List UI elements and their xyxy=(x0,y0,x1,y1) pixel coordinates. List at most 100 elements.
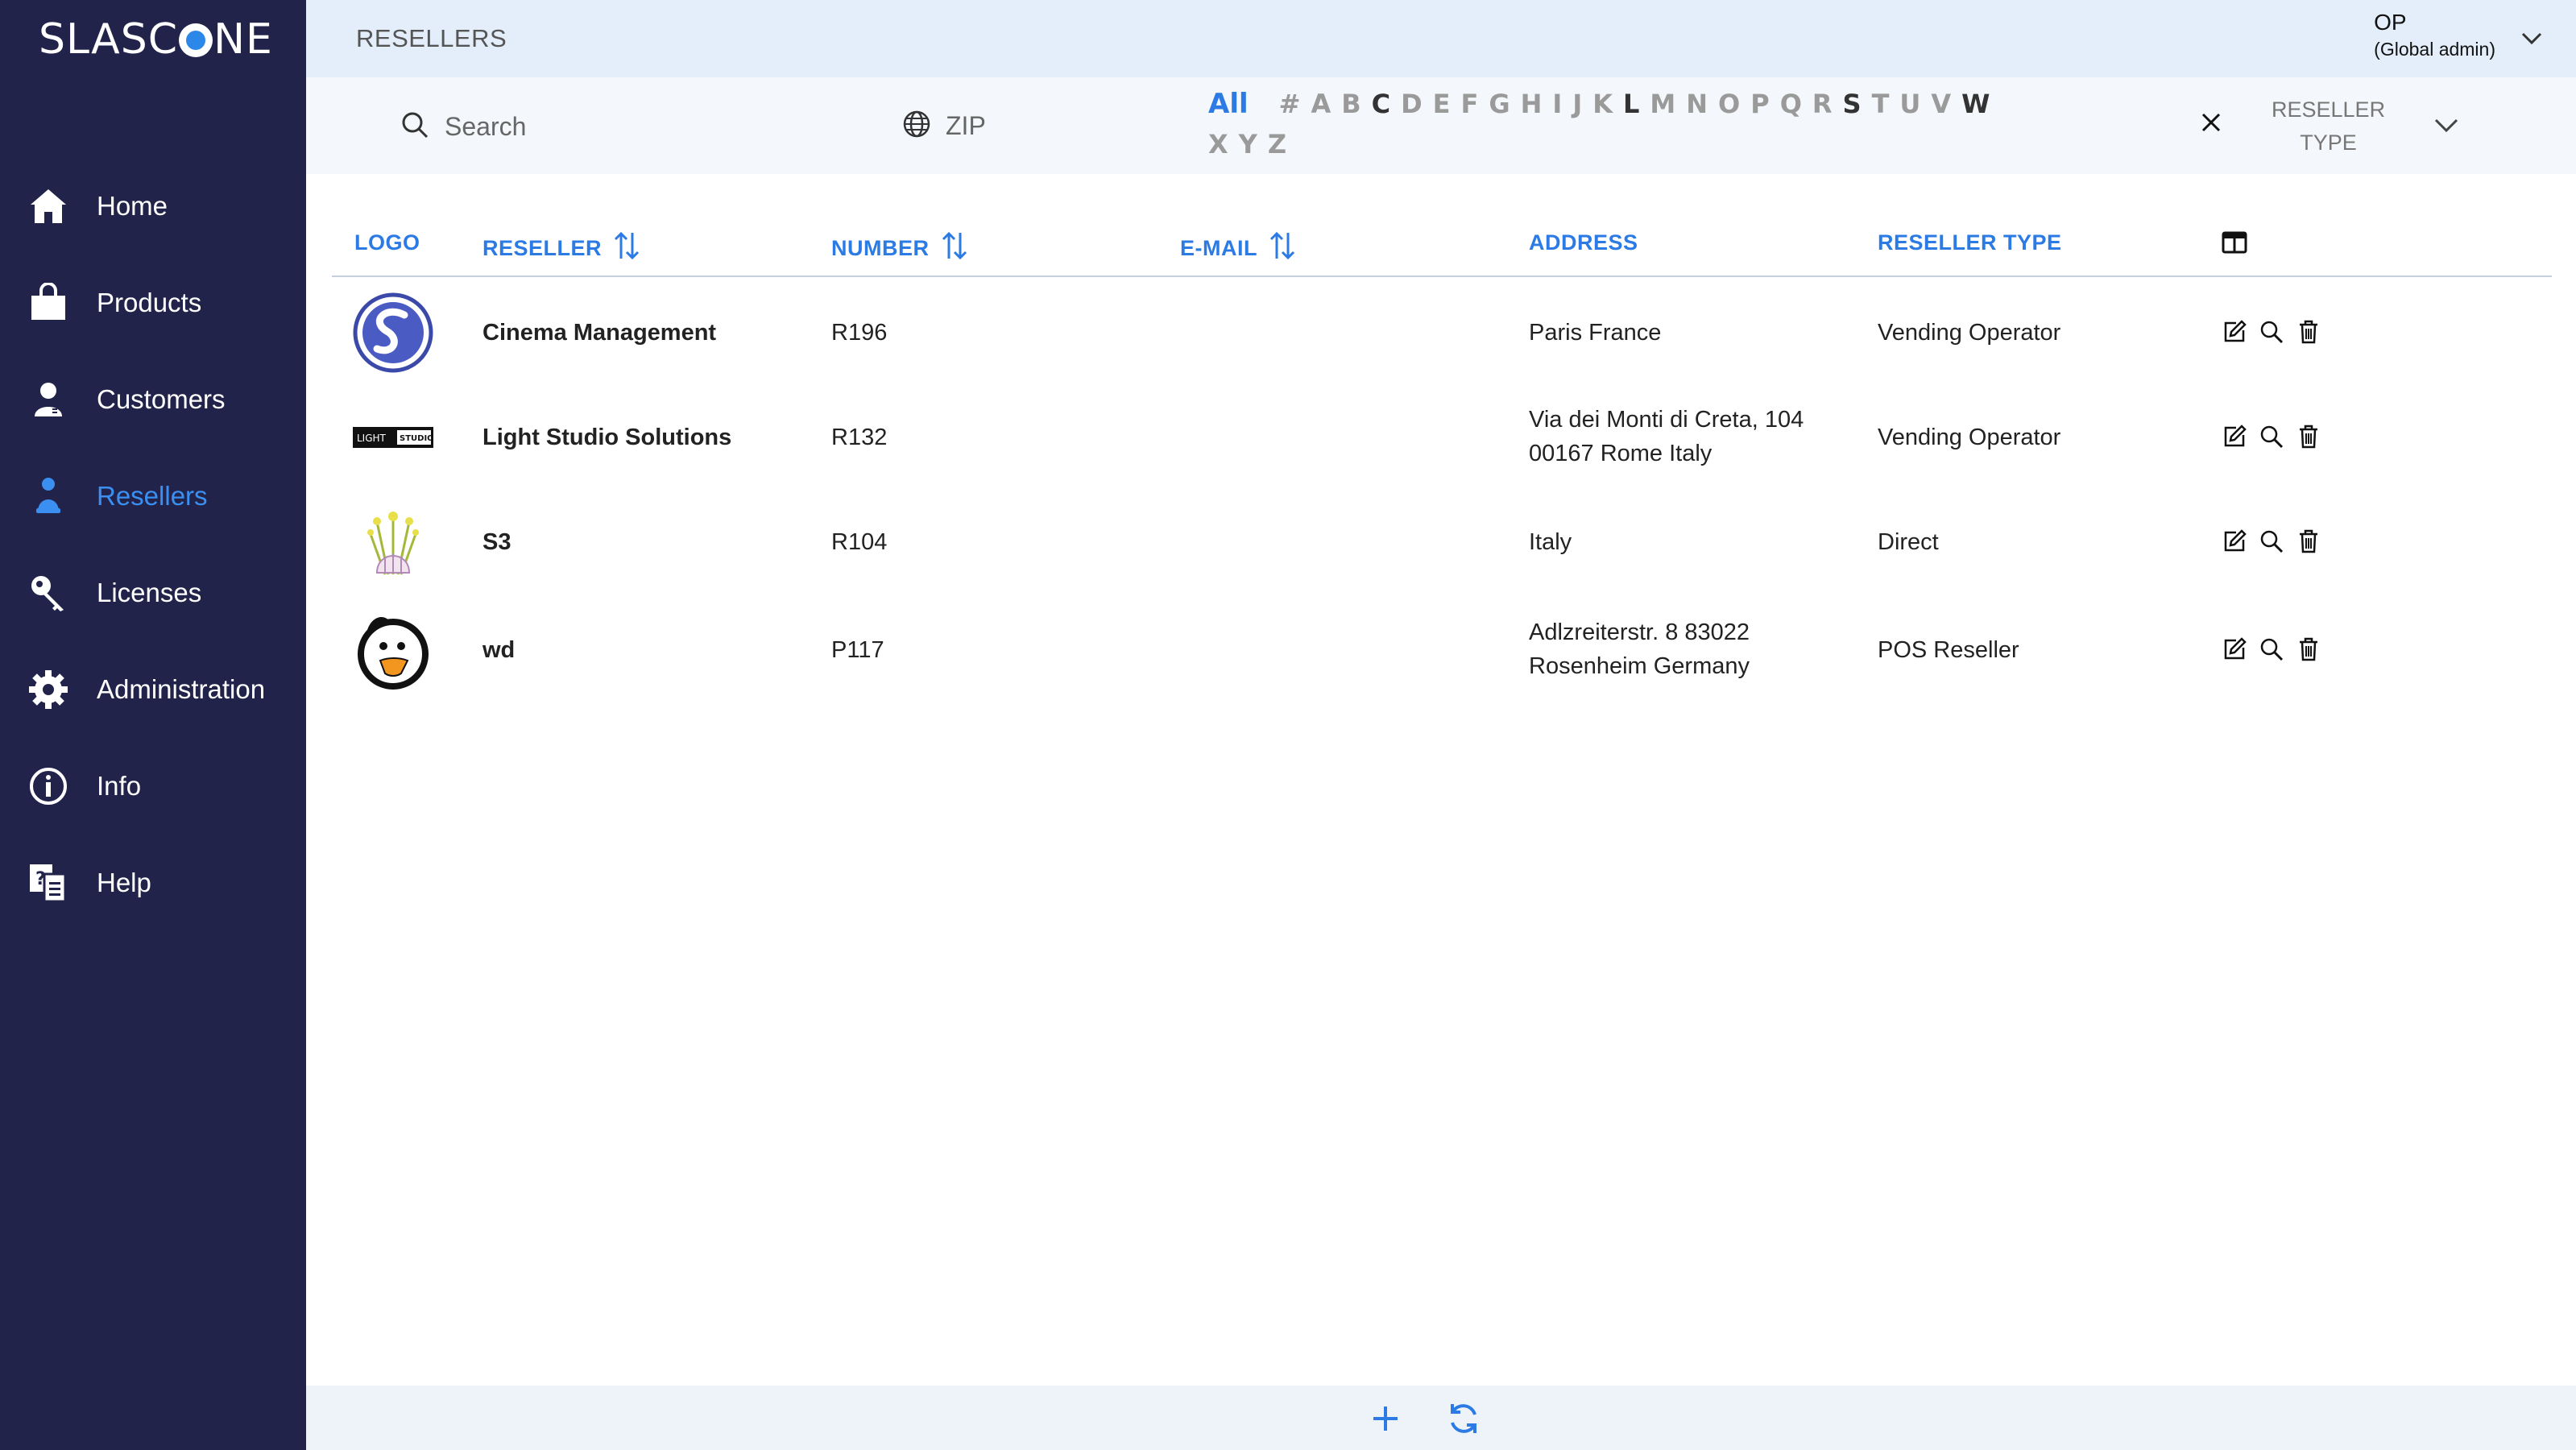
gear-icon xyxy=(27,669,69,710)
sidebar-item-label: Licenses xyxy=(97,578,202,607)
sidebar-item-licenses[interactable]: Licenses xyxy=(0,561,306,625)
reseller-number: R104 xyxy=(831,529,888,555)
column-settings-icon[interactable] xyxy=(2222,230,2247,255)
alphabet-letter[interactable]: # xyxy=(1279,89,1301,119)
column-header-number[interactable]: NUMBER xyxy=(831,230,968,267)
sidebar-item-label: Resellers xyxy=(97,481,208,511)
reseller-type-dropdown[interactable]: RESELLER TYPE xyxy=(2272,93,2385,160)
chevron-down-icon[interactable] xyxy=(2520,26,2544,54)
column-header-logo: LOGO xyxy=(354,230,420,255)
reseller-address: Italy xyxy=(1529,525,1572,559)
reseller-name[interactable]: Cinema Management xyxy=(482,316,716,350)
alphabet-letter[interactable]: G xyxy=(1489,89,1510,119)
sort-icon[interactable] xyxy=(1269,230,1296,267)
alphabet-letter[interactable]: K xyxy=(1592,89,1613,119)
sidebar-item-products[interactable]: Products xyxy=(0,271,306,335)
reseller-number: R132 xyxy=(831,425,888,450)
edit-icon[interactable] xyxy=(2222,319,2247,345)
column-header-reseller[interactable]: RESELLER xyxy=(482,230,640,267)
search-icon[interactable] xyxy=(2259,528,2284,554)
shopping-bag-icon xyxy=(27,282,69,324)
alphabet-letter[interactable]: F xyxy=(1461,89,1479,119)
reseller-address: Paris France xyxy=(1529,316,1661,350)
sidebar-item-administration[interactable]: Administration xyxy=(0,657,306,722)
alphabet-letter[interactable]: I xyxy=(1552,89,1562,119)
sort-icon[interactable] xyxy=(941,230,968,267)
brand-logo[interactable]: SLASC NE xyxy=(39,11,273,68)
alphabet-letter[interactable]: Q xyxy=(1780,89,1802,119)
reseller-name[interactable]: S3 xyxy=(482,525,511,559)
reseller-name[interactable]: wd xyxy=(482,633,515,667)
reseller-logo xyxy=(353,611,433,691)
alphabet-letter[interactable]: A xyxy=(1311,89,1331,119)
alphabet-letter[interactable]: L xyxy=(1623,89,1639,119)
column-header-label: E-MAIL xyxy=(1180,236,1257,260)
alphabet-letter[interactable]: N xyxy=(1686,89,1708,119)
sidebar-item-help[interactable]: ? Help xyxy=(0,851,306,915)
alphabet-letter[interactable]: S xyxy=(1843,89,1862,119)
sidebar-item-customers[interactable]: Customers xyxy=(0,367,306,432)
alphabet-letter[interactable]: P xyxy=(1750,89,1769,119)
column-header-email[interactable]: E-MAIL xyxy=(1180,230,1296,267)
svg-text:?: ? xyxy=(35,869,46,889)
add-icon[interactable] xyxy=(1367,1400,1404,1437)
chevron-down-icon[interactable] xyxy=(2433,111,2460,143)
table-row[interactable]: Cinema Management R196 Paris France Vend… xyxy=(332,288,2552,377)
search-icon[interactable] xyxy=(2259,319,2284,345)
alphabet-letter[interactable]: B xyxy=(1341,89,1360,119)
reseller-name[interactable]: Light Studio Solutions xyxy=(482,420,731,454)
edit-icon[interactable] xyxy=(2222,424,2247,450)
bottom-toolbar xyxy=(306,1386,2576,1450)
home-icon xyxy=(27,185,69,227)
sidebar-item-home[interactable]: Home xyxy=(0,174,306,238)
alphabet-letter[interactable]: V xyxy=(1931,89,1951,119)
table-row[interactable]: S3 R104 Italy Direct xyxy=(332,498,2552,586)
filter-bar: Search ZIP All # A B C D E F G H I J K L M N O P Q R S T U V W … xyxy=(306,77,2576,174)
table-row[interactable]: LIGHT STUDIO Light Studio Solutions R132 … xyxy=(332,393,2552,482)
person-icon xyxy=(27,379,69,420)
edit-icon[interactable] xyxy=(2222,636,2247,662)
alphabet-letter[interactable]: M xyxy=(1650,89,1675,119)
logo-text: LIGHT xyxy=(357,433,387,444)
globe-icon xyxy=(902,110,931,143)
alphabet-letter[interactable]: Z xyxy=(1268,129,1286,160)
edit-icon[interactable] xyxy=(2222,528,2247,554)
row-actions xyxy=(2222,528,2321,554)
sort-icon[interactable] xyxy=(613,230,640,267)
column-header-label: ADDRESS xyxy=(1529,230,1638,255)
alphabet-letter[interactable]: D xyxy=(1401,89,1423,119)
clear-filter-icon[interactable] xyxy=(2195,106,2227,139)
alphabet-letter[interactable]: W xyxy=(1961,89,1990,119)
brand-text-left: SLASC xyxy=(39,15,179,64)
search-icon[interactable] xyxy=(2259,424,2284,450)
alphabet-letter[interactable]: E xyxy=(1433,89,1451,119)
trash-icon[interactable] xyxy=(2296,528,2321,554)
address-line: Via dei Monti di Creta, 104 xyxy=(1529,407,1804,433)
address-line: Adlzreiterstr. 8 83022 xyxy=(1529,619,1750,645)
zip-input[interactable]: ZIP xyxy=(902,110,986,143)
alphabet-letter[interactable]: X xyxy=(1208,129,1228,160)
alphabet-letter[interactable]: O xyxy=(1718,89,1740,119)
alphabet-letter[interactable]: T xyxy=(1872,89,1890,119)
alphabet-letter[interactable]: C xyxy=(1372,89,1390,119)
search-input[interactable]: Search xyxy=(400,110,526,144)
alphabet-letter[interactable]: Y xyxy=(1239,129,1257,160)
logo-text: STUDIO xyxy=(400,434,433,443)
alphabet-letter[interactable]: H xyxy=(1521,89,1543,119)
sidebar-item-resellers[interactable]: Resellers xyxy=(0,464,306,528)
reseller-type: Direct xyxy=(1878,529,1939,555)
trash-icon[interactable] xyxy=(2296,319,2321,345)
user-menu[interactable]: OP (Global admin) xyxy=(2374,10,2495,60)
refresh-icon[interactable] xyxy=(1445,1400,1482,1437)
trash-icon[interactable] xyxy=(2296,636,2321,662)
search-icon[interactable] xyxy=(2259,636,2284,662)
alphabet-letter[interactable]: U xyxy=(1899,89,1920,119)
search-placeholder: Search xyxy=(445,112,527,141)
alphabet-all[interactable]: All xyxy=(1208,88,1249,120)
sidebar-item-info[interactable]: Info xyxy=(0,754,306,818)
alphabet-letter[interactable]: J xyxy=(1572,89,1582,119)
trash-icon[interactable] xyxy=(2296,424,2321,450)
table-row[interactable]: wd P117 Adlzreiterstr. 8 83022 Rosenheim… xyxy=(332,603,2552,699)
reseller-type: Vending Operator xyxy=(1878,425,2061,450)
alphabet-letter[interactable]: R xyxy=(1812,89,1833,119)
